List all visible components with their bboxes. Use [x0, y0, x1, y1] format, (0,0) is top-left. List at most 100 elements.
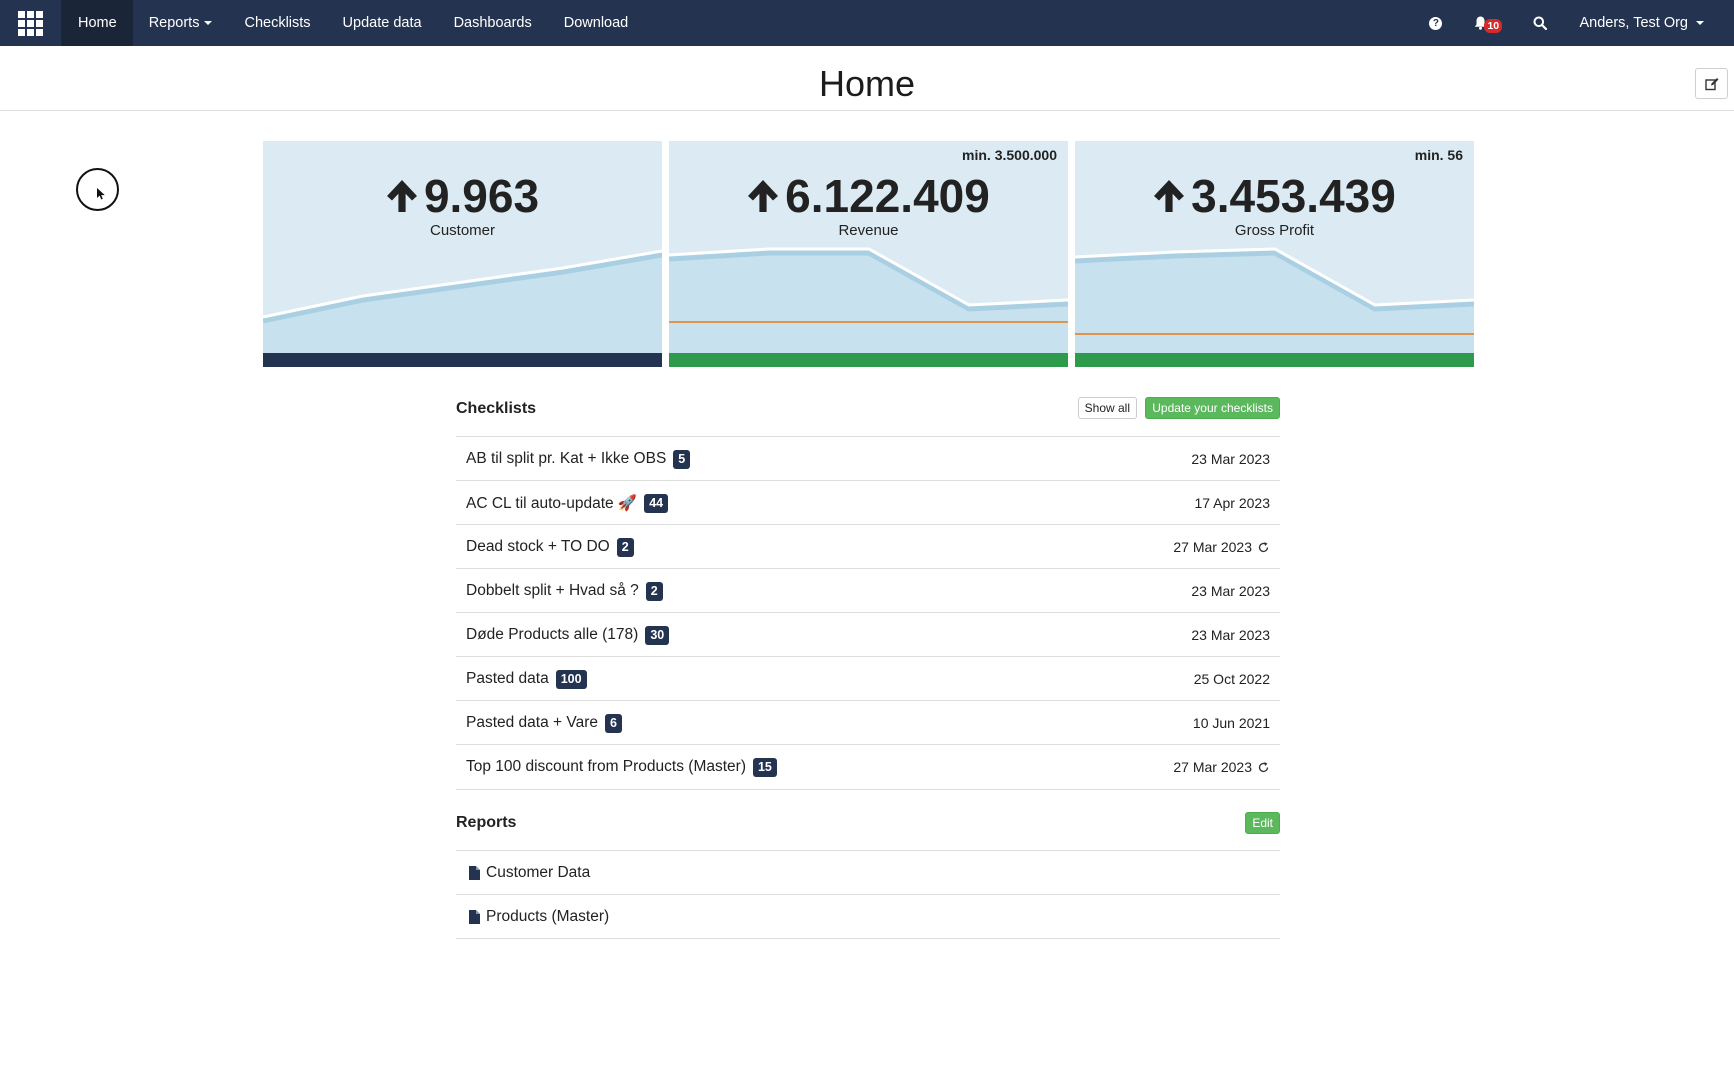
edit-page-button[interactable]	[1695, 68, 1728, 99]
user-menu-dropdown[interactable]: Anders, Test Org	[1565, 0, 1734, 46]
checklist-count-badge: 15	[752, 757, 777, 777]
checklists-title: Checklists	[456, 400, 537, 417]
auto-update-icon	[1258, 761, 1269, 772]
report-row[interactable]: Customer Data	[456, 850, 1280, 895]
checklist-date: 17 Apr 2023	[1194, 495, 1270, 511]
arrow-up-icon	[386, 180, 417, 212]
arrow-up-icon	[1154, 180, 1185, 212]
caret-down-icon	[1696, 21, 1704, 25]
checklist-row[interactable]: Døde Products alle (178) 30 23 Mar 2023	[456, 612, 1280, 657]
reports-section: Reports Edit Customer Data Products (Mas…	[456, 800, 1280, 940]
checklist-count-badge: 5	[673, 449, 691, 469]
nav-reports-dropdown[interactable]: Reports	[133, 0, 229, 46]
checklist-count-badge: 2	[616, 537, 634, 557]
sparkline-chart	[1075, 247, 1474, 353]
nav-download-label: Download	[563, 15, 629, 31]
kpi-status-bar	[669, 353, 1068, 367]
cursor-arrow-icon	[97, 188, 105, 200]
checklist-date-cell: 10 Jun 2021	[1193, 715, 1270, 731]
caret-down-icon	[204, 21, 213, 25]
kpi-label: Customer	[429, 222, 496, 239]
search-icon	[1533, 16, 1548, 30]
kpi-label: Gross Profit	[1234, 222, 1315, 239]
kpi-value-row: 9.963	[263, 169, 662, 223]
user-name: Anders, Test Org	[1579, 15, 1688, 31]
checklist-date: 25 Oct 2022	[1193, 671, 1270, 687]
question-circle-icon: ?	[1429, 16, 1443, 30]
update-checklists-button[interactable]: Update your checklists	[1145, 397, 1280, 419]
checklist-count-badge: 2	[645, 581, 663, 601]
nav-dashboards[interactable]: Dashboards	[438, 0, 548, 46]
checklist-count-badge: 30	[645, 625, 670, 645]
checklist-date: 23 Mar 2023	[1191, 451, 1270, 467]
checklist-date-cell: 17 Apr 2023	[1194, 495, 1270, 511]
checklist-count-badge: 6	[605, 713, 622, 733]
checklist-name: Pasted data + Vare	[466, 714, 598, 731]
checklist-date: 27 Mar 2023	[1173, 539, 1252, 555]
checklist-date: 27 Mar 2023	[1173, 759, 1252, 775]
checklist-date-cell: 23 Mar 2023	[1191, 451, 1270, 467]
kpi-status-bar	[1075, 353, 1474, 367]
kpi-label: Revenue	[838, 222, 899, 239]
checklist-date-cell: 23 Mar 2023	[1191, 627, 1270, 643]
nav-dashboards-label: Dashboards	[453, 15, 532, 31]
checklist-name: AC CL til auto-update 🚀	[466, 494, 638, 512]
checklist-date-cell: 25 Oct 2022	[1194, 671, 1270, 687]
sparkline-area	[1075, 249, 1474, 353]
sparkline-chart	[263, 249, 662, 353]
report-row[interactable]: Products (Master)	[456, 894, 1280, 939]
nav-download[interactable]: Download	[548, 0, 645, 46]
checklist-row[interactable]: Dobbelt split + Hvad så ? 2 23 Mar 2023	[456, 568, 1280, 613]
search-button[interactable]	[1515, 0, 1565, 46]
nav-home-label: Home	[78, 15, 117, 31]
checklist-date: 23 Mar 2023	[1191, 583, 1270, 599]
checklist-name: AB til split pr. Kat + Ikke OBS	[466, 450, 667, 467]
checklist-row[interactable]: AC CL til auto-update 🚀 44 17 Apr 2023	[456, 480, 1280, 525]
nav-reports-label: Reports	[148, 15, 200, 31]
apps-menu-button[interactable]	[0, 0, 62, 46]
report-name: Products (Master)	[486, 908, 610, 925]
report-name: Customer Data	[486, 864, 591, 881]
checklist-row[interactable]: Dead stock + TO DO 2 27 Mar 2023	[456, 524, 1280, 569]
file-icon	[469, 866, 480, 880]
kpi-status-bar	[263, 353, 662, 367]
checklist-count-badge: 100	[555, 669, 587, 689]
checklist-name: Dobbelt split + Hvad så ?	[466, 582, 639, 599]
kpi-min-threshold: min. 56	[1414, 147, 1463, 163]
checklist-row[interactable]: Top 100 discount from Products (Master) 1…	[456, 744, 1280, 789]
checklist-row[interactable]: AB til split pr. Kat + Ikke OBS 5 23 Mar …	[456, 436, 1280, 481]
checklist-row[interactable]: Pasted data + Vare 6 10 Jun 2021	[456, 700, 1280, 745]
kpi-card-gross-profit[interactable]: min. 56 3.453.439 Gross Profit	[1075, 141, 1474, 367]
grid-icon	[18, 10, 43, 36]
checklist-name: Døde Products alle (178)	[466, 626, 639, 643]
notification-count-badge: 10	[1484, 19, 1503, 33]
page-title: Home	[818, 63, 916, 104]
nav-home[interactable]: Home	[62, 0, 133, 46]
checklists-section: Checklists Show all Update your checklis…	[456, 390, 1280, 790]
sparkline-chart	[669, 247, 1068, 353]
divider	[456, 789, 1280, 790]
checklist-name: Dead stock + TO DO	[466, 538, 610, 555]
kpi-value: 3.453.439	[1191, 170, 1396, 222]
nav-checklists[interactable]: Checklists	[228, 0, 326, 46]
checklist-row[interactable]: Pasted data 100 25 Oct 2022	[456, 656, 1280, 701]
kpi-value: 6.122.409	[785, 170, 990, 222]
help-button[interactable]: ?	[1413, 0, 1458, 46]
kpi-card-customer[interactable]: 9.963 Customer	[263, 141, 662, 367]
notifications-button[interactable]: 10	[1458, 0, 1515, 46]
checklist-name: Pasted data	[466, 670, 549, 687]
edit-reports-button[interactable]: Edit	[1245, 812, 1280, 834]
divider	[456, 938, 1280, 939]
kpi-value: 9.963	[423, 170, 540, 222]
page-header: Home	[0, 46, 1734, 111]
show-all-button[interactable]: Show all	[1077, 397, 1137, 419]
navbar-right: ? 10 Anders, Test Org	[1413, 0, 1734, 46]
kpi-card-revenue[interactable]: min. 3.500.000 6.122.409 Revenue	[669, 141, 1068, 367]
edit-icon	[1704, 77, 1718, 90]
mouse-cursor-indicator	[76, 168, 119, 211]
nav-update-data[interactable]: Update data	[327, 0, 438, 46]
checklist-date: 23 Mar 2023	[1191, 627, 1270, 643]
sparkline-area	[669, 249, 1068, 353]
kpi-min-threshold: min. 3.500.000	[962, 147, 1057, 163]
file-icon	[469, 910, 480, 924]
